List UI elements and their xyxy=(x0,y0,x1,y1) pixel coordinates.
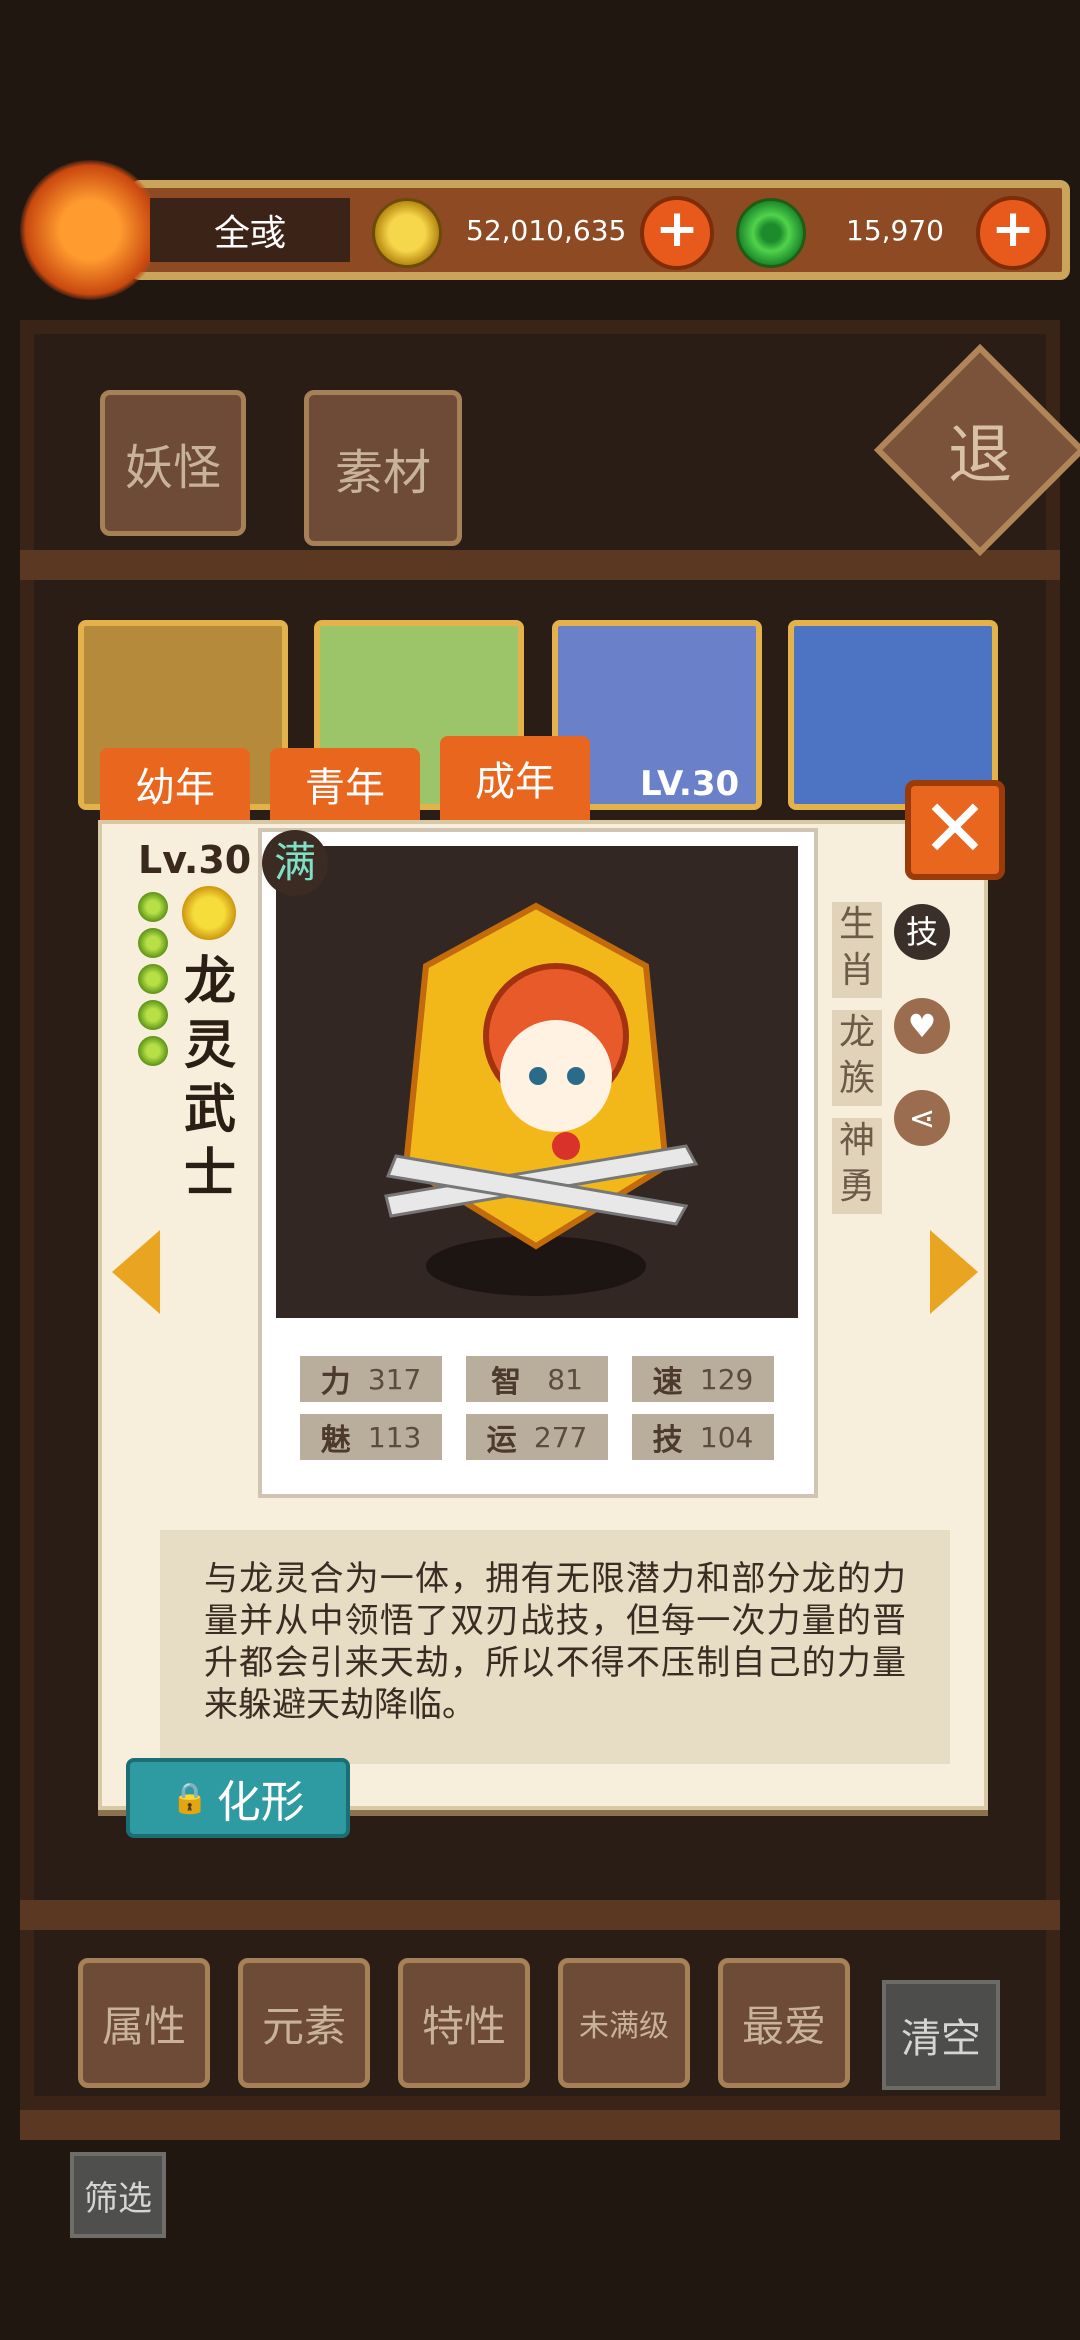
jade-amount: 15,970 xyxy=(846,213,944,247)
tag-zodiac: 生肖 xyxy=(832,902,882,998)
monster-portrait xyxy=(276,846,798,1318)
filter-attribute-button[interactable]: 属性 xyxy=(78,1958,210,2088)
filter-trait-button[interactable]: 特性 xyxy=(398,1958,530,2088)
filter-not-max-button[interactable]: 未满级 xyxy=(558,1958,690,2088)
close-button[interactable]: ✕ xyxy=(905,780,1005,880)
fox-mask-avatar[interactable] xyxy=(20,160,160,300)
lock-icon: 🔒 xyxy=(171,1780,209,1816)
shelf xyxy=(20,550,1060,580)
filter-element-button[interactable]: 元素 xyxy=(238,1958,370,2088)
next-arrow-icon[interactable] xyxy=(930,1230,978,1314)
add-jade-button[interactable]: + xyxy=(976,196,1050,270)
monster-level: Lv.30 xyxy=(138,838,252,882)
previous-arrow-icon[interactable] xyxy=(112,1230,160,1314)
gold-amount: 52,010,635 xyxy=(466,213,627,247)
share-icon[interactable]: ⋖ xyxy=(894,1090,950,1146)
star-gem-icon xyxy=(138,928,168,958)
star-gem-icon xyxy=(138,892,168,922)
monster-name-char: 士 xyxy=(183,1144,236,1204)
stat-luck: 运 277 xyxy=(466,1414,608,1460)
clear-button[interactable]: 清空 xyxy=(882,1980,1000,2090)
monster-name-char: 武 xyxy=(183,1080,236,1140)
tab-young-adult[interactable]: 青年 xyxy=(270,748,420,820)
gold-coin-icon xyxy=(372,198,442,268)
sun-element-icon xyxy=(182,886,236,940)
add-gold-button[interactable]: + xyxy=(640,196,714,270)
star-gem-icon xyxy=(138,1000,168,1030)
transform-button[interactable]: 🔒 化形 xyxy=(126,1758,350,1838)
shelf xyxy=(20,1900,1060,1930)
filter-button[interactable]: 筛选 xyxy=(70,2152,166,2238)
stat-strength: 力 317 xyxy=(300,1356,442,1402)
tab-youth[interactable]: 幼年 xyxy=(100,748,250,820)
dragon-warrior-illustration xyxy=(384,902,699,1296)
stat-charm: 魅 113 xyxy=(300,1414,442,1460)
player-name: 全彧 xyxy=(150,198,350,262)
tab-yaoguai[interactable]: 妖怪 xyxy=(100,390,246,536)
tag-brave: 神勇 xyxy=(832,1118,882,1214)
stat-intelligence: 智 81 xyxy=(466,1356,608,1402)
star-gem-icon xyxy=(138,964,168,994)
monster-description: 与龙灵合为一体，拥有无限潜力和部分龙的力量并从中领悟了双刃战技，但每一次力量的晋… xyxy=(160,1530,950,1764)
transform-label: 化形 xyxy=(216,1777,305,1828)
shelf xyxy=(20,2110,1060,2140)
jade-coin-icon xyxy=(736,198,806,268)
max-level-badge: 满 xyxy=(262,830,328,896)
tag-dragon-clan: 龙族 xyxy=(832,1010,882,1106)
tab-adult[interactable]: 成年 xyxy=(440,736,590,820)
stat-speed: 速 129 xyxy=(632,1356,774,1402)
card-level-label: LV.30 xyxy=(640,764,740,804)
monster-name-char: 灵 xyxy=(183,1016,236,1076)
filter-favorite-button[interactable]: 最爱 xyxy=(718,1958,850,2088)
monster-name: 龙 灵 武 士 xyxy=(180,950,240,1206)
retreat-label: 退 xyxy=(948,419,1012,493)
heart-icon[interactable]: ♥ xyxy=(894,998,950,1054)
stat-skill: 技 104 xyxy=(632,1414,774,1460)
tab-sucai[interactable]: 素材 xyxy=(304,390,462,546)
skill-icon[interactable]: 技 xyxy=(894,904,950,960)
star-gem-icon xyxy=(138,1036,168,1066)
monster-name-char: 龙 xyxy=(183,952,236,1012)
